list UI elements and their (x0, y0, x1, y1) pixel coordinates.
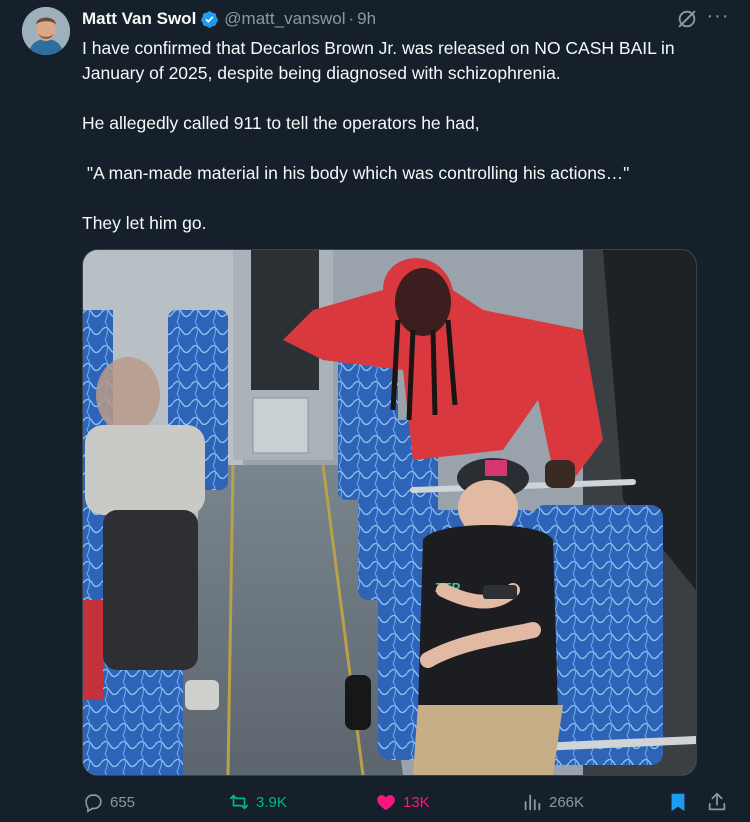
tweet-text: I have confirmed that Decarlos Brown Jr.… (82, 36, 730, 236)
verified-badge-icon (201, 10, 219, 28)
tweet-image[interactable]: ZEP (82, 249, 697, 776)
tweet-line: I have confirmed that Decarlos Brown Jr.… (82, 38, 675, 83)
reply-icon (85, 794, 102, 813)
tweet-line: They let him go. (82, 213, 207, 233)
more-icon[interactable]: ··· (706, 3, 730, 29)
tweet-line: He allegedly called 911 to tell the oper… (82, 113, 480, 133)
retweet-icon (229, 794, 249, 810)
avatar[interactable] (22, 7, 70, 55)
bookmark-icon[interactable] (667, 791, 689, 813)
like-count: 13K (403, 793, 430, 811)
views-button[interactable]: 266K (521, 788, 584, 816)
tweet[interactable]: Matt Van Swol @matt_vanswol · 9h ··· I h… (0, 0, 750, 822)
display-name[interactable]: Matt Van Swol (82, 9, 196, 29)
share-icon[interactable] (706, 791, 728, 813)
separator: · (348, 9, 355, 28)
retweet-button[interactable]: 3.9K (228, 788, 287, 816)
timestamp[interactable]: 9h (357, 9, 376, 29)
views-icon (524, 794, 541, 811)
retweet-count: 3.9K (256, 793, 287, 811)
handle[interactable]: @matt_vanswol (224, 9, 345, 29)
grok-icon[interactable] (676, 8, 698, 30)
reply-button[interactable]: 655 (82, 788, 135, 816)
like-icon (377, 795, 395, 811)
reply-count: 655 (110, 793, 136, 811)
views-count: 266K (549, 793, 585, 811)
tweet-line: "A man-made material in his body which w… (82, 163, 630, 183)
like-button[interactable]: 13K (375, 788, 430, 816)
tweet-header: Matt Van Swol @matt_vanswol · 9h (82, 8, 376, 30)
action-bar: 655 3.9K 13K 266K (82, 788, 730, 816)
